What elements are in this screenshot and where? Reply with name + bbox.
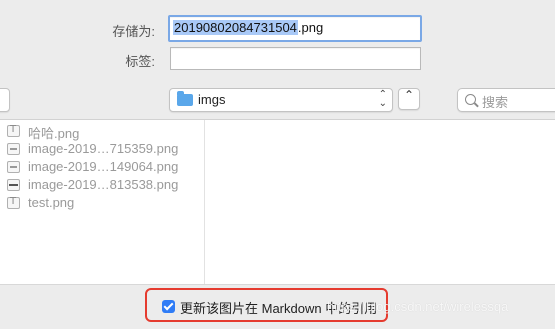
file-name: image-2019…149064.png — [28, 159, 179, 174]
file-row[interactable]: test.png — [0, 194, 204, 212]
file-name: image-2019…715359.png — [28, 141, 179, 156]
folder-name: imgs — [198, 92, 226, 107]
image-file-icon — [7, 143, 20, 155]
file-browser: 哈哈.png image-2019…715359.png image-2019…… — [0, 120, 555, 284]
image-file-icon — [7, 179, 20, 191]
text-file-icon — [7, 196, 20, 209]
location-bar: imgs ⌃ ⌄ ⌃ 搜索 — [0, 83, 555, 120]
file-row[interactable]: 哈哈.png — [0, 122, 204, 141]
tags-input[interactable] — [170, 47, 421, 70]
file-row[interactable]: image-2019…813538.png — [0, 176, 204, 194]
filename-input[interactable]: 20190802084731504.png — [168, 15, 422, 42]
column-divider — [204, 120, 205, 284]
collapse-button[interactable]: ⌃ — [398, 88, 420, 110]
file-name: test.png — [28, 195, 75, 210]
filename-text: 20190802084731504.png — [173, 20, 323, 35]
search-icon — [465, 94, 476, 105]
folder-popup[interactable]: imgs ⌃ ⌄ — [169, 88, 393, 112]
save-header: 存储为: 20190802084731504.png 标签: — [0, 0, 555, 83]
folder-icon — [177, 91, 193, 106]
filename-extension: .png — [297, 20, 324, 35]
options-footer: 更新该图片在 Markdown 中的引用 https://blog.csdn.n… — [0, 284, 555, 329]
search-placeholder: 搜索 — [482, 95, 509, 110]
tags-label: 标签: — [125, 54, 155, 69]
text-file-icon — [7, 124, 20, 137]
file-row[interactable]: image-2019…149064.png — [0, 158, 204, 176]
file-row[interactable]: image-2019…715359.png — [0, 140, 204, 158]
image-file-icon — [7, 161, 20, 173]
watermark-text: https://blog.csdn.net/wirelessqa — [327, 299, 509, 314]
updown-chevron-icon: ⌃ ⌄ — [378, 89, 387, 109]
save-as-label: 存储为: — [112, 24, 155, 39]
search-field[interactable]: 搜索 — [457, 88, 555, 112]
filename-selection: 20190802084731504 — [173, 20, 298, 35]
update-references-checkbox[interactable] — [162, 300, 175, 313]
back-button[interactable] — [0, 88, 10, 112]
chevron-up-icon: ⌃ — [404, 88, 415, 102]
file-name: image-2019…813538.png — [28, 177, 179, 192]
